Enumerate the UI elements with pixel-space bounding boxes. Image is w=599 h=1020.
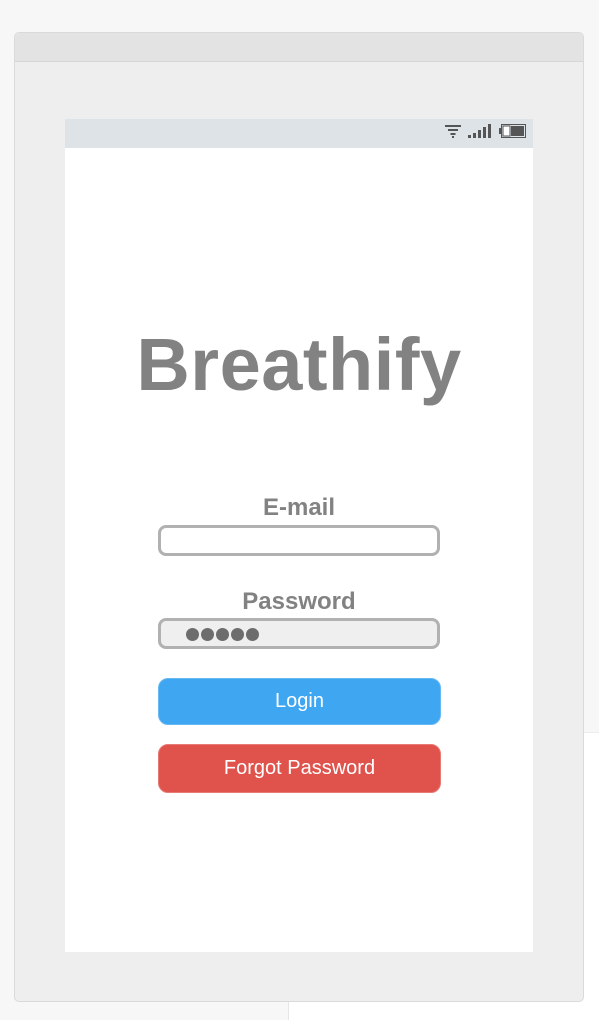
battery-icon bbox=[499, 123, 526, 143]
password-field[interactable] bbox=[158, 618, 440, 649]
password-dot bbox=[201, 628, 214, 641]
signal-icon bbox=[468, 123, 492, 143]
password-dot bbox=[186, 628, 199, 641]
password-mask bbox=[186, 628, 259, 641]
password-label: Password bbox=[242, 588, 356, 615]
phone-screen: Breathify E-mail Password Login Forgot P… bbox=[65, 119, 533, 952]
wifi-icon bbox=[445, 124, 461, 143]
password-dot bbox=[246, 628, 259, 641]
forgot-password-button[interactable]: Forgot Password bbox=[158, 744, 441, 793]
login-button[interactable]: Login bbox=[158, 678, 441, 725]
password-dot bbox=[231, 628, 244, 641]
frame-header-bar bbox=[15, 33, 583, 62]
status-bar bbox=[65, 119, 533, 148]
app-title: Breathify bbox=[136, 323, 462, 406]
email-field[interactable] bbox=[158, 525, 440, 556]
status-icons bbox=[445, 123, 526, 143]
password-dot bbox=[216, 628, 229, 641]
email-label: E-mail bbox=[262, 494, 336, 521]
